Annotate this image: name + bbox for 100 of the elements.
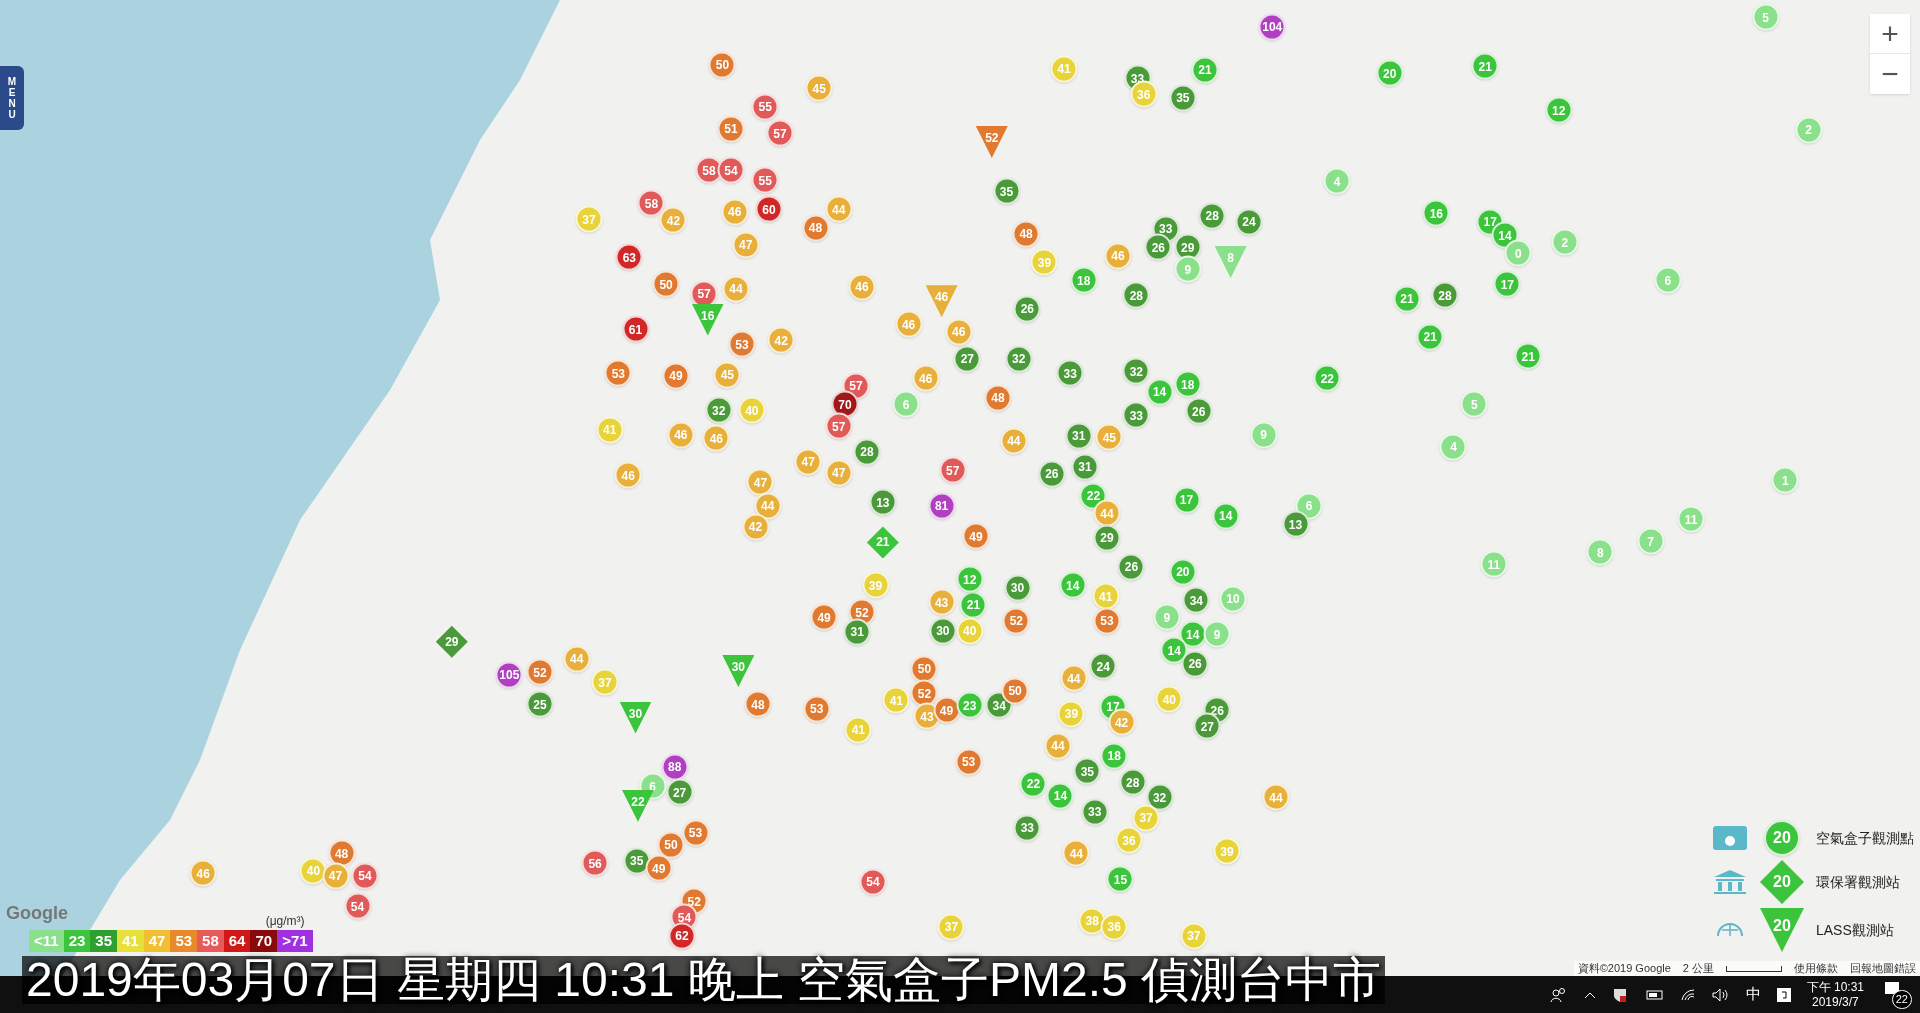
pm-marker[interactable]: 61 xyxy=(622,315,649,343)
pm-marker[interactable]: 20 xyxy=(1760,908,1804,952)
pm-marker[interactable]: 11 xyxy=(1480,551,1508,578)
pm-marker[interactable]: 14 xyxy=(1059,571,1087,599)
report-link[interactable]: 回報地圖錯誤 xyxy=(1850,960,1916,976)
pm-marker[interactable]: 21 xyxy=(866,526,899,559)
pm-marker[interactable]: 8 xyxy=(1214,246,1247,279)
pm-marker[interactable]: 49 xyxy=(645,854,673,882)
pm-marker[interactable]: 46 xyxy=(702,424,730,452)
pm-marker[interactable]: 47 xyxy=(794,448,822,476)
pm-marker[interactable]: 18 xyxy=(1100,742,1128,769)
pm-marker[interactable]: 20 xyxy=(1764,820,1800,856)
pm-marker[interactable]: 53 xyxy=(955,748,983,776)
pm-marker[interactable]: 17 xyxy=(1493,270,1521,298)
pm-marker[interactable]: 60 xyxy=(755,195,783,223)
pm-marker[interactable]: 52 xyxy=(1002,607,1030,635)
pm-marker[interactable]: 47 xyxy=(746,468,774,496)
pm-marker[interactable]: 36 xyxy=(1115,826,1143,854)
pm-marker[interactable]: 44 xyxy=(1262,783,1290,811)
wifi-icon[interactable] xyxy=(1679,987,1696,1002)
pm-marker[interactable]: 41 xyxy=(1092,582,1120,610)
pm-marker[interactable]: 57 xyxy=(939,456,967,484)
pm-marker[interactable]: 14 xyxy=(1046,782,1074,810)
pm-marker[interactable]: 28 xyxy=(853,438,881,466)
pm-marker[interactable]: 26 xyxy=(1013,295,1041,323)
pm-marker[interactable]: 17 xyxy=(1173,486,1200,514)
pm-marker[interactable]: 11 xyxy=(1677,505,1705,533)
pm-marker[interactable]: 20 xyxy=(1376,59,1404,87)
pm-marker[interactable]: 18 xyxy=(1070,266,1098,294)
pm-marker[interactable]: 55 xyxy=(751,93,779,120)
pm-marker[interactable]: 30 xyxy=(722,655,755,687)
pm-marker[interactable]: 10 xyxy=(1219,585,1247,613)
pm-marker[interactable]: 49 xyxy=(962,522,990,550)
pm-marker[interactable]: 46 xyxy=(721,198,749,226)
pm-marker[interactable]: 6 xyxy=(892,390,920,418)
pm-marker[interactable]: 31 xyxy=(1065,422,1093,450)
pm-marker[interactable]: 9 xyxy=(1174,255,1202,283)
pm-marker[interactable]: 41 xyxy=(882,686,910,714)
pm-marker[interactable]: 31 xyxy=(843,618,871,646)
pm-marker[interactable]: 51 xyxy=(717,115,745,143)
pm-marker[interactable]: 14 xyxy=(1179,620,1207,648)
pm-marker[interactable]: 12 xyxy=(956,565,984,593)
pm-marker[interactable]: 54 xyxy=(344,892,372,920)
pm-marker[interactable]: 49 xyxy=(810,603,838,631)
pm-marker[interactable]: 2 xyxy=(1551,228,1579,256)
pm-marker[interactable]: 29 xyxy=(1093,524,1121,552)
pm-marker[interactable]: 33 xyxy=(1122,401,1150,429)
pm-marker[interactable]: 41 xyxy=(596,416,624,444)
pm-marker[interactable]: 20 xyxy=(1169,558,1197,586)
pm-marker[interactable]: 22 xyxy=(1313,364,1341,392)
pm-marker[interactable]: 24 xyxy=(1089,652,1117,680)
speaker-icon[interactable] xyxy=(1711,987,1730,1002)
pm-marker[interactable]: 53 xyxy=(1093,607,1121,635)
zoom-in-button[interactable]: + xyxy=(1870,14,1910,54)
pm-marker[interactable]: 21 xyxy=(1191,56,1219,84)
pm-marker[interactable]: 63 xyxy=(615,243,643,271)
pm-marker[interactable]: 16 xyxy=(691,303,724,336)
pm-marker[interactable]: 35 xyxy=(1073,757,1101,785)
pm-marker[interactable]: 55 xyxy=(751,166,779,194)
pm-marker[interactable]: 52 xyxy=(911,679,938,707)
pm-marker[interactable]: 0 xyxy=(1504,239,1532,267)
pm-marker[interactable]: 32 xyxy=(1005,345,1033,373)
pm-marker[interactable]: 37 xyxy=(575,205,603,233)
pm-marker[interactable]: 41 xyxy=(1050,55,1078,83)
pm-marker[interactable]: 42 xyxy=(659,206,687,234)
pm-marker[interactable]: 37 xyxy=(591,668,619,696)
pm-marker[interactable]: 26 xyxy=(1181,650,1209,678)
pm-marker[interactable]: 62 xyxy=(668,922,696,949)
pm-marker[interactable]: 1 xyxy=(1771,466,1799,494)
pm-marker[interactable]: 46 xyxy=(848,273,876,300)
pm-marker[interactable]: 29 xyxy=(435,625,468,658)
pm-marker[interactable]: 40 xyxy=(299,857,327,885)
battery-icon[interactable] xyxy=(1643,988,1664,1001)
pm-marker[interactable]: 22 xyxy=(1079,482,1107,510)
pm-marker[interactable]: 20 xyxy=(1760,860,1804,904)
pm-marker[interactable]: 15 xyxy=(1106,865,1134,893)
pm-marker[interactable]: 81 xyxy=(928,492,956,520)
zoom-out-button[interactable]: − xyxy=(1870,54,1910,94)
pm-marker[interactable]: 22 xyxy=(1019,770,1047,798)
pm-marker[interactable]: 34 xyxy=(1182,586,1210,614)
people-icon[interactable] xyxy=(1549,986,1568,1003)
pm-marker[interactable]: 44 xyxy=(754,492,782,520)
pm-marker[interactable]: 44 xyxy=(825,195,853,223)
pm-marker[interactable]: 46 xyxy=(1104,242,1132,270)
pm-marker[interactable]: 24 xyxy=(1235,208,1263,236)
pm-marker[interactable]: 27 xyxy=(666,778,694,806)
pm-marker[interactable]: 35 xyxy=(1169,84,1197,112)
pm-marker[interactable]: 46 xyxy=(667,421,695,449)
notification-icon[interactable] xyxy=(1884,980,1900,997)
pm-marker[interactable]: 16 xyxy=(1422,199,1450,227)
pm-marker[interactable]: 50 xyxy=(657,831,685,859)
pm-marker[interactable]: 46 xyxy=(925,285,958,318)
pm-marker[interactable]: 30 xyxy=(929,617,957,645)
pm-marker[interactable]: 39 xyxy=(1057,700,1085,728)
clock-time[interactable]: 下午 10:31 xyxy=(1806,979,1864,995)
pm-marker[interactable]: 5 xyxy=(1460,390,1488,418)
ime-indicator[interactable]: 中 xyxy=(1745,983,1761,1006)
pm-marker[interactable]: 48 xyxy=(802,214,829,242)
pm-marker[interactable]: 21 xyxy=(1416,323,1444,351)
pm-marker[interactable]: 53 xyxy=(728,330,756,358)
